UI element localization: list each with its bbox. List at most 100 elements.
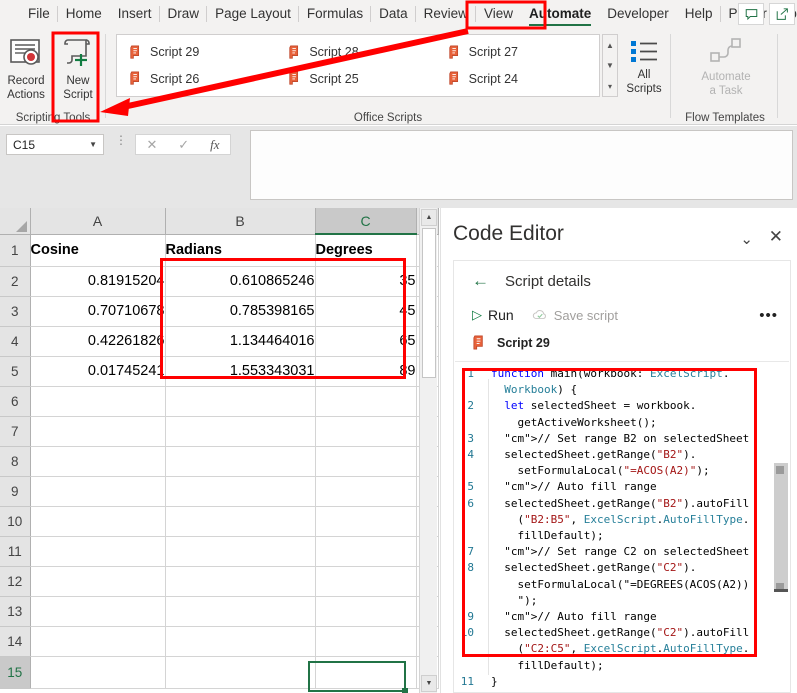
code-vertical-scrollbar[interactable]: [774, 463, 788, 690]
ribbon-tab-draw[interactable]: Draw: [160, 0, 208, 28]
ribbon-tab-home[interactable]: Home: [58, 0, 110, 28]
row-header[interactable]: 8: [0, 446, 31, 477]
cell-b14[interactable]: [165, 626, 316, 657]
code-line-text[interactable]: "cm">// Auto fill range: [481, 479, 789, 495]
name-box[interactable]: C15 ▼: [6, 134, 104, 155]
ribbon-tab-developer[interactable]: Developer: [599, 0, 677, 28]
cell-a11[interactable]: [30, 536, 166, 567]
cell-c6[interactable]: [315, 386, 417, 417]
back-to-scripts[interactable]: ← Script details: [472, 271, 591, 291]
cell-c15[interactable]: [315, 656, 417, 689]
cell-a3[interactable]: 0.70710678: [30, 296, 166, 327]
cell-c13[interactable]: [315, 596, 417, 627]
back-arrow-icon[interactable]: ←: [472, 271, 489, 291]
share-icon[interactable]: [769, 3, 795, 25]
cell-c8[interactable]: [315, 446, 417, 477]
save-script-button[interactable]: Save script: [532, 308, 618, 323]
cell-c14[interactable]: [315, 626, 417, 657]
gallery-scroll-up-icon[interactable]: ▲: [603, 35, 617, 55]
cell-b6[interactable]: [165, 386, 316, 417]
automate-a-task-button[interactable]: Automate a Task: [694, 30, 758, 106]
cell-b15[interactable]: [165, 656, 316, 689]
gallery-more-icon[interactable]: ▾: [603, 76, 617, 96]
row-header[interactable]: 7: [0, 416, 31, 447]
scrollbar-thumb[interactable]: [422, 228, 436, 378]
run-button[interactable]: ▷ Run: [472, 307, 514, 323]
cell-c4[interactable]: 65: [315, 326, 417, 357]
ribbon-tab-formulas[interactable]: Formulas: [299, 0, 372, 28]
cell-a13[interactable]: [30, 596, 166, 627]
select-all-corner[interactable]: [0, 208, 31, 235]
ribbon-tab-page-layout[interactable]: Page Layout: [207, 0, 299, 28]
cell-a10[interactable]: [30, 506, 166, 537]
script-gallery-item[interactable]: Script 29: [119, 39, 278, 66]
gallery-scroll-down-icon[interactable]: ▼: [603, 56, 617, 76]
cell-b8[interactable]: [165, 446, 316, 477]
cell-b4[interactable]: 1.134464016: [165, 326, 316, 357]
cell-b5[interactable]: 1.553343031: [165, 356, 316, 387]
cell-b9[interactable]: [165, 476, 316, 507]
cell-c10[interactable]: [315, 506, 417, 537]
cell-c2[interactable]: 35: [315, 266, 417, 297]
close-icon[interactable]: ✕: [769, 227, 783, 247]
comments-icon[interactable]: [738, 3, 764, 25]
all-scripts-button[interactable]: All Scripts: [618, 30, 670, 106]
cell-c9[interactable]: [315, 476, 417, 507]
cell-b12[interactable]: [165, 566, 316, 597]
script-gallery-item[interactable]: Script 26: [119, 66, 278, 93]
ribbon-tab-insert[interactable]: Insert: [110, 0, 160, 28]
code-line-text[interactable]: }: [481, 674, 789, 690]
cell-a5[interactable]: 0.01745241: [30, 356, 166, 387]
cell-b11[interactable]: [165, 536, 316, 567]
cell-a15[interactable]: [30, 656, 166, 689]
cell-b10[interactable]: [165, 506, 316, 537]
ribbon-tab-view[interactable]: View: [476, 0, 521, 28]
ribbon-tab-data[interactable]: Data: [371, 0, 416, 28]
row-header[interactable]: 12: [0, 566, 31, 597]
row-header[interactable]: 4: [0, 326, 31, 357]
cell-b7[interactable]: [165, 416, 316, 447]
cell-c3[interactable]: 45: [315, 296, 417, 327]
cell-c7[interactable]: [315, 416, 417, 447]
row-header[interactable]: 1: [0, 234, 31, 267]
row-header[interactable]: 14: [0, 626, 31, 657]
ribbon-tab-help[interactable]: Help: [677, 0, 721, 28]
cell-c5[interactable]: 89: [315, 356, 417, 387]
cell-b13[interactable]: [165, 596, 316, 627]
script-gallery-item[interactable]: Script 28: [278, 39, 437, 66]
cell-a8[interactable]: [30, 446, 166, 477]
insert-function-icon[interactable]: fx: [210, 137, 219, 153]
cell-a1[interactable]: Cosine: [30, 234, 166, 267]
code-line-text[interactable]: selectedSheet.getRange("B2").autoFill ("…: [481, 496, 789, 545]
cell-c1[interactable]: Degrees: [315, 234, 417, 267]
formula-input[interactable]: [250, 130, 793, 200]
grid-vertical-scrollbar[interactable]: ▲ ▼: [419, 208, 437, 693]
chevron-down-icon[interactable]: ▼: [89, 140, 97, 149]
chevron-down-icon[interactable]: ⌄: [740, 230, 753, 248]
cell-b2[interactable]: 0.610865246: [165, 266, 316, 297]
cell-c11[interactable]: [315, 536, 417, 567]
more-options-icon[interactable]: •••: [759, 307, 778, 324]
column-header-b[interactable]: B: [165, 208, 316, 235]
cell-c12[interactable]: [315, 566, 417, 597]
ribbon-tab-automate[interactable]: Automate: [521, 0, 599, 28]
row-header[interactable]: 9: [0, 476, 31, 507]
row-header-selected[interactable]: 15: [0, 656, 31, 689]
cell-a7[interactable]: [30, 416, 166, 447]
script-gallery-item[interactable]: Script 27: [438, 39, 597, 66]
ribbon-tab-file[interactable]: File: [20, 0, 58, 28]
script-gallery-item[interactable]: Script 25: [278, 66, 437, 93]
scrollbar-thumb[interactable]: [774, 463, 788, 591]
code-line-text[interactable]: "cm">// Set range C2 on selectedSheet: [481, 544, 789, 560]
code-line-text[interactable]: "cm">// Set range B2 on selectedSheet: [481, 431, 789, 447]
new-script-button[interactable]: New Script: [52, 30, 104, 106]
row-header[interactable]: 10: [0, 506, 31, 537]
cell-a12[interactable]: [30, 566, 166, 597]
row-header[interactable]: 13: [0, 596, 31, 627]
cell-a6[interactable]: [30, 386, 166, 417]
cell-a9[interactable]: [30, 476, 166, 507]
row-header[interactable]: 3: [0, 296, 31, 327]
column-header-c[interactable]: C: [315, 208, 417, 235]
cancel-icon[interactable]: ✕: [146, 137, 157, 153]
scroll-down-icon[interactable]: ▼: [421, 675, 437, 692]
